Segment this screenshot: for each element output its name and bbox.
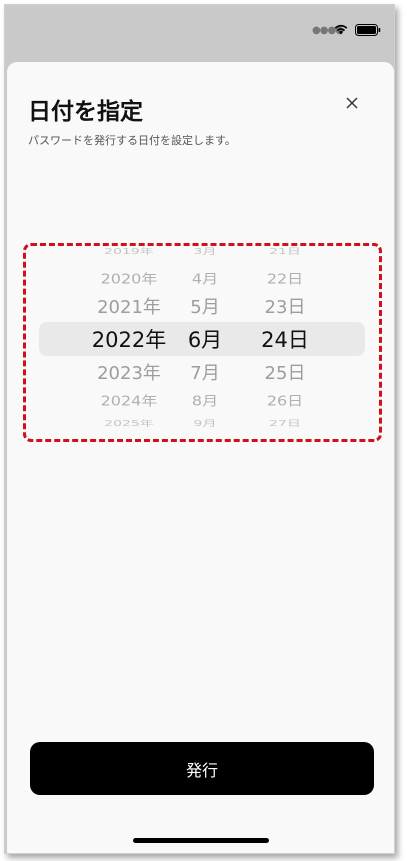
year-column[interactable]: 2019年 2020年 2021年 2022年 2023年 2024年 2025…	[79, 242, 179, 434]
date-picker-sheet: 日付を指定 パスワードを発行する日付を設定します。 2019年 2020年 20…	[7, 62, 394, 853]
wifi-icon	[334, 24, 348, 35]
day-option[interactable]: 23日	[255, 293, 315, 319]
year-option[interactable]: 2023年	[79, 359, 179, 385]
home-indicator	[133, 838, 269, 843]
month-option[interactable]: 7月	[180, 359, 230, 385]
month-option[interactable]: 5月	[180, 293, 230, 319]
battery-icon	[355, 24, 381, 36]
year-option[interactable]: 2024年	[79, 390, 179, 410]
close-button[interactable]	[337, 88, 367, 118]
day-option[interactable]: 26日	[255, 390, 315, 410]
sheet-subtitle: パスワードを発行する日付を設定します。	[28, 134, 236, 147]
date-picker[interactable]: 2019年 2020年 2021年 2022年 2023年 2024年 2025…	[37, 242, 367, 434]
day-option[interactable]: 22日	[255, 268, 315, 288]
month-column[interactable]: 3月 4月 5月 6月 7月 8月 9月	[180, 242, 230, 434]
close-icon	[346, 97, 358, 109]
month-option[interactable]: 3月	[180, 246, 230, 257]
day-option-selected[interactable]: 24日	[255, 324, 315, 354]
phone-screen: ●●●● 日付を指定 パスワードを発行する日付を設定します。 2019年 202…	[4, 4, 395, 854]
year-option[interactable]: 2025年	[79, 418, 179, 429]
year-option[interactable]: 2020年	[79, 268, 179, 288]
month-option-selected[interactable]: 6月	[180, 324, 230, 354]
year-option-selected[interactable]: 2022年	[79, 324, 179, 354]
month-option[interactable]: 8月	[180, 390, 230, 410]
month-option[interactable]: 4月	[180, 268, 230, 288]
year-option[interactable]: 2019年	[79, 246, 179, 257]
day-option[interactable]: 21日	[255, 246, 315, 257]
day-option[interactable]: 25日	[255, 359, 315, 385]
issue-button[interactable]: 発行	[30, 742, 374, 795]
sheet-title: 日付を指定	[28, 99, 143, 125]
status-bar: ●●●●	[5, 5, 394, 55]
day-column[interactable]: 21日 22日 23日 24日 25日 26日 27日	[255, 242, 315, 434]
month-option[interactable]: 9月	[180, 418, 230, 429]
year-option[interactable]: 2021年	[79, 293, 179, 319]
day-option[interactable]: 27日	[255, 418, 315, 429]
